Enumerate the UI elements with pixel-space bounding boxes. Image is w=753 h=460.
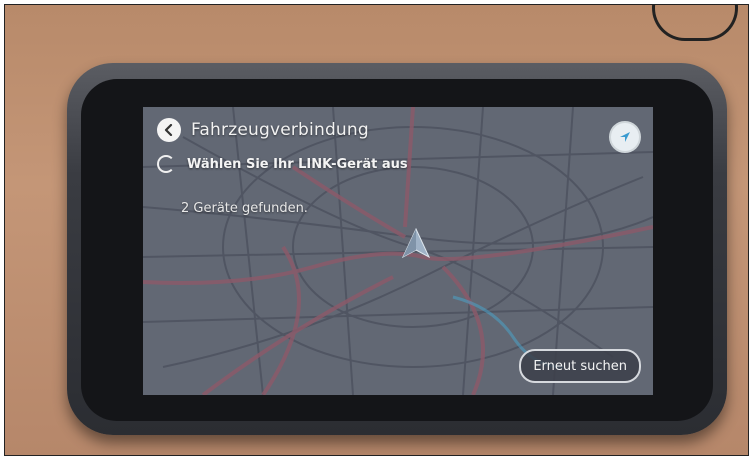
screen-header: Fahrzeugverbindung xyxy=(157,115,369,145)
loading-spinner-icon xyxy=(157,155,175,173)
photo-background: Fahrzeugverbindung Wählen Sie Ihr LINK-G… xyxy=(4,4,749,456)
devices-found-text: 2 Geräte gefunden. xyxy=(181,201,308,216)
device-screen: Fahrzeugverbindung Wählen Sie Ihr LINK-G… xyxy=(143,107,653,395)
gps-device: Fahrzeugverbindung Wählen Sie Ihr LINK-G… xyxy=(67,63,727,435)
cable xyxy=(652,5,738,41)
navigation-arrow-icon xyxy=(620,132,630,142)
status-text: Wählen Sie Ihr LINK-Gerät aus xyxy=(187,156,408,172)
search-again-button[interactable]: Erneut suchen xyxy=(519,349,641,383)
back-arrow-icon xyxy=(164,124,173,136)
status-row: Wählen Sie Ihr LINK-Gerät aus xyxy=(157,155,408,173)
page-title: Fahrzeugverbindung xyxy=(191,120,369,140)
back-button[interactable] xyxy=(157,118,181,142)
device-bezel: Fahrzeugverbindung Wählen Sie Ihr LINK-G… xyxy=(81,79,713,421)
position-cursor-icon xyxy=(401,227,431,259)
navigation-button[interactable] xyxy=(609,121,641,153)
